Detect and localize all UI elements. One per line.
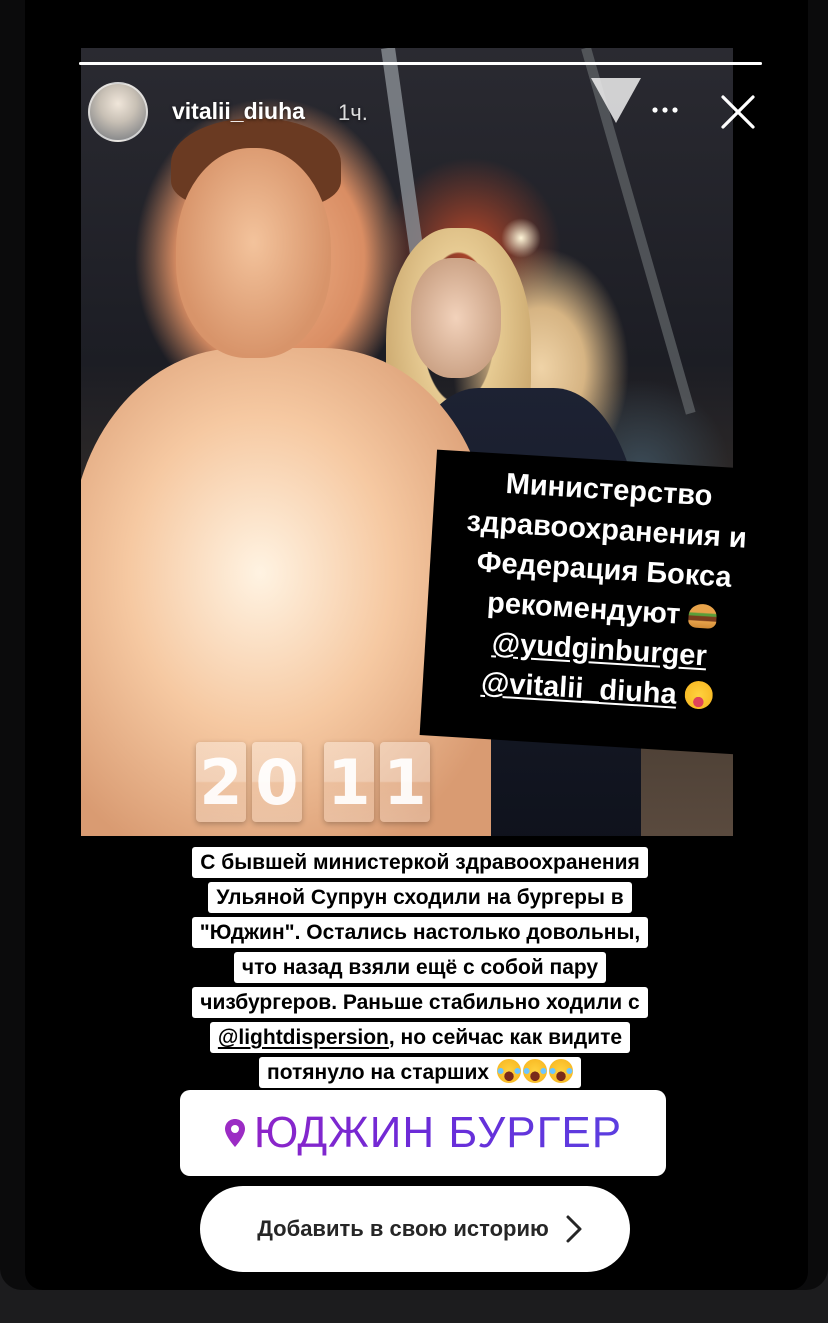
caption-line: чизбургеров. Раньше стабильно ходили с [192,987,648,1018]
caption-line: что назад взяли ещё с собой пару [233,952,607,983]
mention-vitalii-diuha[interactable]: @vitalii_diuha [480,667,677,711]
more-dots-icon[interactable] [647,92,683,128]
winking-tongue-emoji-icon [683,680,714,710]
chevron-right-icon [566,1215,582,1243]
laughing-emoji-icon [522,1059,547,1083]
mention-lightdispersion[interactable]: @lightdispersion [218,1026,389,1049]
story-progress-fill [79,62,762,65]
date-sticker: 2 0 1 1 [196,742,430,822]
laughing-emoji-icon [548,1059,573,1083]
date-digit: 0 [252,742,302,822]
close-icon[interactable] [718,92,758,132]
caption-line: С бывшей министеркой здравоохранения [192,847,648,878]
caption-line: "Юджин". Остались настолько довольны, [191,917,649,948]
caption-text: потянуло на старших [267,1061,490,1084]
location-sticker[interactable]: ЮДЖИН БУРГЕР [180,1090,666,1176]
story-progress-bar [79,62,762,65]
caption-line: Ульяной Супрун сходили на бургеры в [208,882,632,913]
add-to-story-button[interactable]: Добавить в свою историю [200,1186,630,1272]
text-overlay: Министерство здравоохранения и Федерация… [421,460,785,721]
location-label: ЮДЖИН БУРГЕР [253,1108,623,1157]
burger-emoji-icon [687,603,718,629]
laughing-emoji-icon [496,1059,521,1083]
date-digit: 2 [196,742,246,822]
caption-line-with-mention: @lightdispersion, но сейчас как видите [209,1022,631,1053]
add-to-story-label: Добавить в свою историю [257,1216,549,1241]
caption-block: С бывшей министеркой здравоохранения Уль… [140,845,700,1090]
date-digit: 1 [380,742,430,822]
story-time: 1ч. [338,100,368,125]
caption-text: , но сейчас как видите [388,1026,623,1049]
caption-line: потянуло на старших [259,1057,581,1088]
username[interactable]: vitalii_diuha [172,98,305,125]
date-digit: 1 [324,742,374,822]
avatar[interactable] [88,82,148,142]
location-pin-icon [224,1119,245,1147]
